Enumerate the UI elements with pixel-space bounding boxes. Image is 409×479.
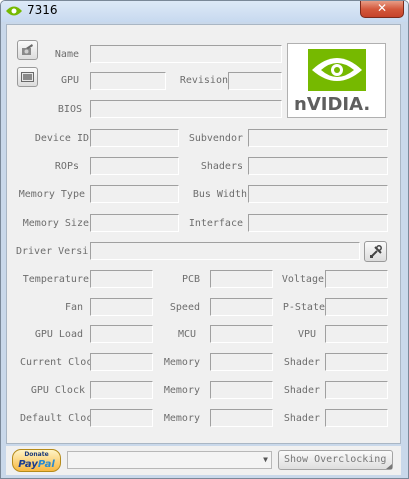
current-shader-label: Shader bbox=[283, 357, 320, 368]
interface-label: Interface bbox=[188, 218, 243, 229]
dropdown-corner-icon bbox=[386, 464, 392, 469]
current-clock-label: Current Cloc bbox=[20, 357, 91, 368]
gpu-memory-field bbox=[210, 381, 273, 399]
vpu-label: VPU bbox=[297, 329, 316, 340]
default-memory-label: Memory bbox=[163, 413, 200, 424]
memory-type-label: Memory Type bbox=[18, 189, 85, 200]
device-id-field bbox=[90, 129, 179, 147]
gpu-load-field bbox=[90, 325, 153, 343]
gpu-clock-label: GPU Clock bbox=[30, 385, 85, 396]
revision-label: Revision bbox=[179, 75, 228, 86]
gpu-memory-label: Memory bbox=[163, 385, 200, 396]
driver-version-label: Driver Versi bbox=[16, 246, 89, 257]
vendor-logo: nVIDIA. bbox=[287, 43, 386, 118]
paypal-pay-text: Pay bbox=[18, 459, 38, 470]
gpu-field bbox=[90, 72, 166, 90]
temperature-field bbox=[90, 270, 153, 288]
title-bar[interactable]: 7316 ✕ bbox=[1, 1, 408, 22]
voltage-field bbox=[325, 270, 388, 288]
pcb-field bbox=[210, 270, 273, 288]
gpu-clock-field bbox=[90, 381, 153, 399]
revision-field bbox=[228, 72, 282, 90]
default-shader-label: Shader bbox=[283, 413, 320, 424]
paypal-logo: PayPal bbox=[13, 459, 60, 470]
driver-version-field bbox=[90, 242, 360, 260]
gpu-shader-label: Shader bbox=[283, 385, 320, 396]
gpu-label: GPU bbox=[60, 75, 79, 86]
bus-width-label: Bus Width bbox=[192, 189, 247, 200]
interface-field bbox=[248, 214, 388, 232]
donate-text: Donate bbox=[24, 451, 49, 458]
pstate-label: P-State bbox=[282, 302, 325, 313]
current-shader-field bbox=[325, 353, 388, 371]
vpu-field bbox=[325, 325, 388, 343]
memory-type-field bbox=[90, 185, 179, 203]
gpu-shader-field bbox=[325, 381, 388, 399]
gpu-load-label: GPU Load bbox=[34, 329, 83, 340]
paypal-pal-text: Pal bbox=[37, 459, 55, 470]
mcu-label: MCU bbox=[177, 329, 196, 340]
default-clock-field bbox=[90, 409, 153, 427]
memory-size-field bbox=[90, 214, 179, 232]
window-title: 7316 bbox=[27, 3, 58, 17]
default-memory-field bbox=[210, 409, 273, 427]
camera-button[interactable] bbox=[17, 40, 38, 60]
subvendor-field bbox=[248, 129, 388, 147]
current-memory-field bbox=[210, 353, 273, 371]
chevron-down-icon: ▼ bbox=[263, 455, 268, 464]
show-overclocking-button[interactable]: Show Overclocking bbox=[278, 450, 393, 470]
temperature-label: Temperature bbox=[22, 274, 89, 285]
device-id-label: Device ID bbox=[34, 133, 89, 144]
voltage-label: Voltage bbox=[281, 274, 324, 285]
bus-width-field bbox=[248, 185, 388, 203]
nvidia-wordmark: nVIDIA. bbox=[294, 94, 371, 115]
gpu-select[interactable]: ▼ bbox=[67, 451, 272, 469]
tools-icon bbox=[370, 245, 382, 258]
name-label: Name bbox=[54, 49, 79, 60]
fan-field bbox=[90, 298, 153, 316]
fan-label: Fan bbox=[64, 302, 83, 313]
shaders-field bbox=[248, 157, 388, 175]
bios-label: BIOS bbox=[57, 104, 82, 115]
current-memory-label: Memory bbox=[163, 357, 200, 368]
memory-size-label: Memory Size bbox=[22, 218, 89, 229]
speed-label: Speed bbox=[169, 302, 200, 313]
rops-field bbox=[90, 157, 179, 175]
pstate-field bbox=[325, 298, 388, 316]
default-clock-label: Default Cloc bbox=[20, 413, 91, 424]
mcu-field bbox=[210, 325, 273, 343]
screenshot-icon bbox=[21, 72, 34, 82]
current-clock-field bbox=[90, 353, 153, 371]
donate-paypal-button[interactable]: Donate PayPal bbox=[12, 449, 61, 472]
screenshot-button[interactable] bbox=[17, 67, 38, 87]
close-button[interactable]: ✕ bbox=[360, 1, 404, 18]
subvendor-label: Subvendor bbox=[188, 133, 243, 144]
camera-icon bbox=[22, 44, 33, 55]
bios-field bbox=[90, 100, 282, 118]
name-field bbox=[90, 45, 282, 63]
tools-button[interactable] bbox=[364, 241, 387, 262]
rops-label: ROPs bbox=[54, 161, 79, 172]
pcb-label: PCB bbox=[181, 274, 200, 285]
shaders-label: Shaders bbox=[200, 161, 243, 172]
default-shader-field bbox=[325, 409, 388, 427]
speed-field bbox=[210, 298, 273, 316]
nvidia-eye-icon bbox=[6, 6, 22, 16]
